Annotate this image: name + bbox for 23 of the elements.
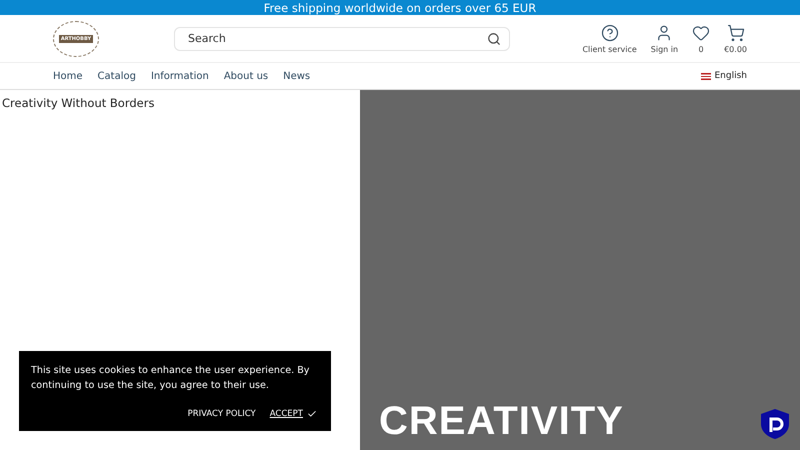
nav-link[interactable]: News <box>283 70 310 82</box>
nav-link[interactable]: Information <box>150 70 209 82</box>
check-icon <box>307 409 317 419</box>
privacy-policy-link[interactable]: PRIVACY POLICY <box>188 409 256 419</box>
question-icon <box>600 24 619 42</box>
help-button[interactable]: Client service <box>582 24 637 54</box>
language-selector[interactable]: English <box>700 71 747 81</box>
hero-heading: CREATIVITY <box>379 401 624 441</box>
account-button[interactable]: Sign in <box>650 24 678 54</box>
cart-icon <box>726 24 745 42</box>
accept-button[interactable]: ACCEPT <box>270 409 317 419</box>
wishlist-button[interactable]: 0 <box>692 24 710 54</box>
announcement-text: Free shipping worldwide on orders over 65 EUR <box>264 0 536 14</box>
nav-link[interactable]: About us <box>224 70 268 82</box>
heart-icon <box>692 24 710 42</box>
search-bar[interactable]: Search <box>174 26 510 50</box>
nav-link[interactable]: Home <box>53 70 83 82</box>
nav-link[interactable]: Catalog <box>98 70 136 82</box>
hero-caption: Creativity Without Borders <box>2 96 154 110</box>
cookie-message: This site uses cookies to enhance the user experience. By continuing to use the site, you agree to their use. <box>31 364 310 393</box>
cart-button[interactable]: €0.00 <box>724 24 747 54</box>
shield-icon[interactable] <box>760 408 790 440</box>
search-icon[interactable] <box>487 32 501 46</box>
